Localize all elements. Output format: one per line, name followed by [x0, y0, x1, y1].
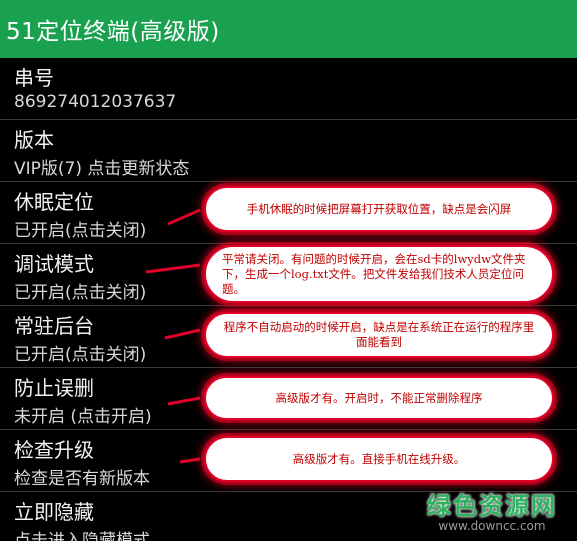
- setting-label: 调试模式: [14, 252, 94, 276]
- callout-prevent-delete: 高级版才有。开启时，不能正常删除程序: [204, 376, 554, 420]
- callout-text: 高级版才有。开启时，不能正常删除程序: [275, 390, 483, 405]
- setting-serial-number[interactable]: 串号 869274012037637: [0, 58, 577, 120]
- setting-value: 未开启 (点击开启): [14, 407, 152, 427]
- setting-label: 立即隐藏: [14, 500, 94, 524]
- setting-label: 串号: [14, 66, 54, 90]
- setting-value: 检查是否有新版本: [14, 469, 150, 489]
- callout-text: 程序不自动启动的时候开启，缺点是在系统正在运行的程序里面能看到: [223, 320, 535, 349]
- watermark-url: www.downcc.com: [438, 519, 546, 533]
- callout-keep-background: 程序不自动启动的时候开启，缺点是在系统正在运行的程序里面能看到: [204, 312, 554, 358]
- setting-value: 已开启(点击关闭): [14, 221, 147, 241]
- setting-label: 版本: [14, 128, 54, 152]
- setting-value: VIP版(7) 点击更新状态: [14, 159, 190, 179]
- site-watermark: 绿色资源网 www.downcc.com: [427, 486, 557, 533]
- setting-value: 已开启(点击关闭): [14, 345, 147, 365]
- setting-value: 869274012037637: [14, 92, 177, 112]
- setting-label: 检查升级: [14, 438, 94, 462]
- setting-label: 常驻后台: [14, 314, 94, 338]
- setting-value: 点击进入隐藏模式: [14, 531, 150, 541]
- setting-label: 休眠定位: [14, 190, 94, 214]
- app-title: 51定位终端(高级版): [6, 19, 220, 45]
- title-bar: 51定位终端(高级版): [0, 0, 577, 58]
- callout-sleep-location: 手机休眠的时候把屏幕打开获取位置，缺点是会闪屏: [204, 186, 554, 232]
- setting-version[interactable]: 版本 VIP版(7) 点击更新状态: [0, 120, 577, 182]
- callout-text: 平常请关闭。有问题的时候开启，会在sd卡的lwydw文件夹下，生成一个log.t…: [222, 251, 526, 296]
- callout-text: 手机休眠的时候把屏幕打开获取位置，缺点是会闪屏: [246, 201, 512, 216]
- setting-label: 防止误删: [14, 376, 94, 400]
- setting-value: 已开启(点击关闭): [14, 283, 147, 303]
- callout-debug-mode: 平常请关闭。有问题的时候开启，会在sd卡的lwydw文件夹下，生成一个log.t…: [204, 245, 554, 303]
- watermark-logo-text: 绿色资源网: [427, 492, 557, 520]
- callout-text: 高级版才有。直接手机在线升级。: [292, 451, 466, 466]
- callout-check-update: 高级版才有。直接手机在线升级。: [204, 436, 554, 482]
